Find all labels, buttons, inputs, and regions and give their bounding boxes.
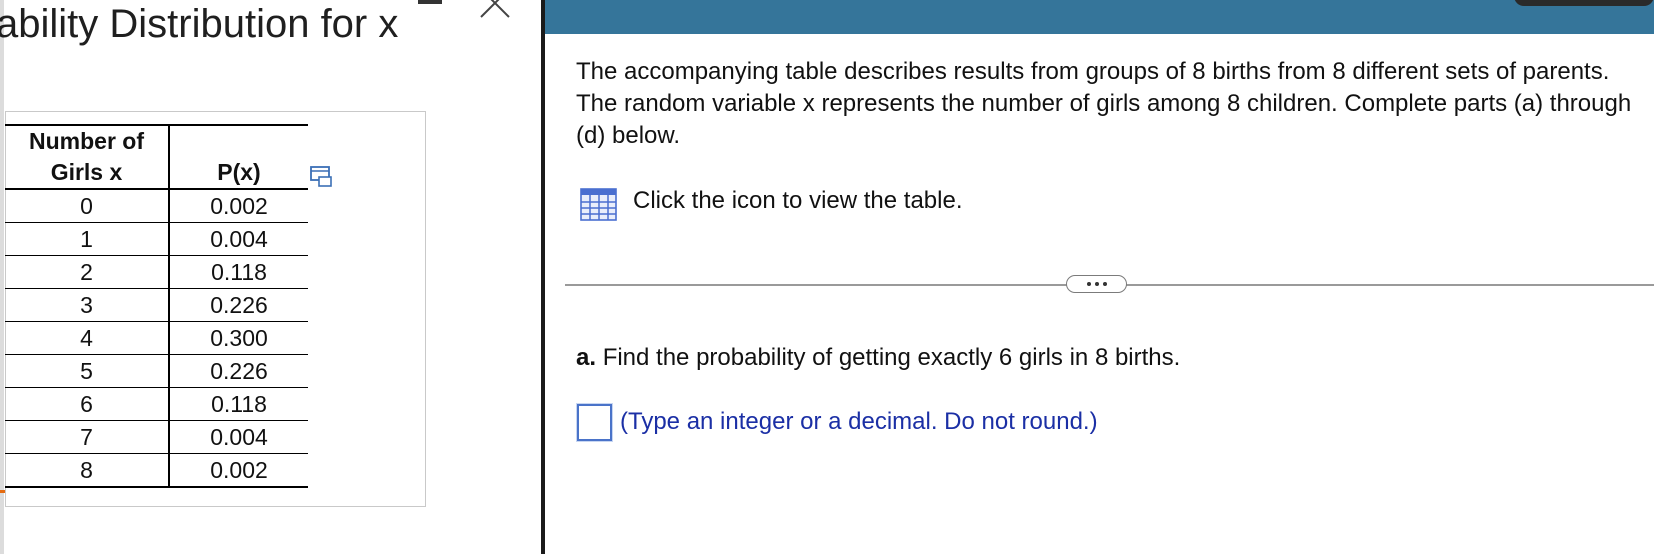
cell-x: 1 bbox=[5, 222, 170, 256]
cell-x: 0 bbox=[5, 189, 170, 223]
resize-marker bbox=[0, 490, 5, 493]
cell-px: 0.118 bbox=[169, 255, 308, 289]
probability-table: Number of Girls x P(x) 0 0.002 1 0.004 2… bbox=[5, 124, 308, 488]
cell-px: 0.226 bbox=[169, 288, 308, 322]
more-dot-icon bbox=[1086, 282, 1091, 286]
cell-px: 0.002 bbox=[169, 453, 308, 488]
cell-x: 4 bbox=[5, 321, 170, 355]
expand-more-button[interactable] bbox=[1066, 275, 1127, 293]
probability-table-popup: ability Distribution for x Number of Gir… bbox=[0, 0, 543, 554]
table-header-row: Number of Girls x P(x) bbox=[5, 124, 308, 190]
header-px: P(x) bbox=[169, 124, 308, 190]
header-pill-button[interactable] bbox=[1514, 0, 1654, 6]
header-number-of-girls: Number of Girls x bbox=[5, 124, 170, 190]
part-text: Find the probability of getting exactly … bbox=[602, 344, 1181, 371]
cell-px: 0.002 bbox=[169, 189, 308, 223]
table-row: 3 0.226 bbox=[5, 288, 308, 322]
more-dot-icon bbox=[1102, 282, 1107, 286]
answer-hint: (Type an integer or a decimal. Do not ro… bbox=[620, 408, 1098, 435]
cell-px: 0.004 bbox=[169, 420, 308, 454]
close-icon[interactable] bbox=[478, 0, 512, 20]
table-row: 1 0.004 bbox=[5, 222, 308, 256]
view-table-label: Click the icon to view the table. bbox=[633, 187, 963, 214]
cell-x: 3 bbox=[5, 288, 170, 322]
table-row: 0 0.002 bbox=[5, 189, 308, 223]
table-row: 5 0.226 bbox=[5, 354, 308, 388]
answer-input[interactable] bbox=[577, 404, 612, 441]
part-label: a. bbox=[576, 344, 597, 371]
question-intro: The accompanying table describes results… bbox=[576, 58, 1632, 149]
part-a-question: a. Find the probability of getting exact… bbox=[576, 344, 1180, 372]
popup-left-edge bbox=[0, 0, 4, 554]
cell-x: 2 bbox=[5, 255, 170, 289]
table-row: 8 0.002 bbox=[5, 453, 308, 488]
cell-px: 0.300 bbox=[169, 321, 308, 355]
cell-px: 0.004 bbox=[169, 222, 308, 256]
question-header-bar bbox=[545, 0, 1654, 34]
table-row: 6 0.118 bbox=[5, 387, 308, 421]
table-row: 7 0.004 bbox=[5, 420, 308, 454]
cell-x: 6 bbox=[5, 387, 170, 421]
panel-divider bbox=[541, 0, 545, 554]
cell-x: 7 bbox=[5, 420, 170, 454]
cell-px: 0.118 bbox=[169, 387, 308, 421]
cell-x: 8 bbox=[5, 453, 170, 488]
more-dot-icon bbox=[1094, 282, 1099, 286]
copy-table-icon[interactable] bbox=[310, 166, 334, 188]
view-table-icon[interactable] bbox=[580, 188, 617, 221]
cell-px: 0.226 bbox=[169, 354, 308, 388]
table-row: 2 0.118 bbox=[5, 255, 308, 289]
minimize-icon[interactable] bbox=[418, 0, 442, 4]
table-row: 4 0.300 bbox=[5, 321, 308, 355]
cell-x: 5 bbox=[5, 354, 170, 388]
popup-title: ability Distribution for x bbox=[0, 2, 399, 46]
